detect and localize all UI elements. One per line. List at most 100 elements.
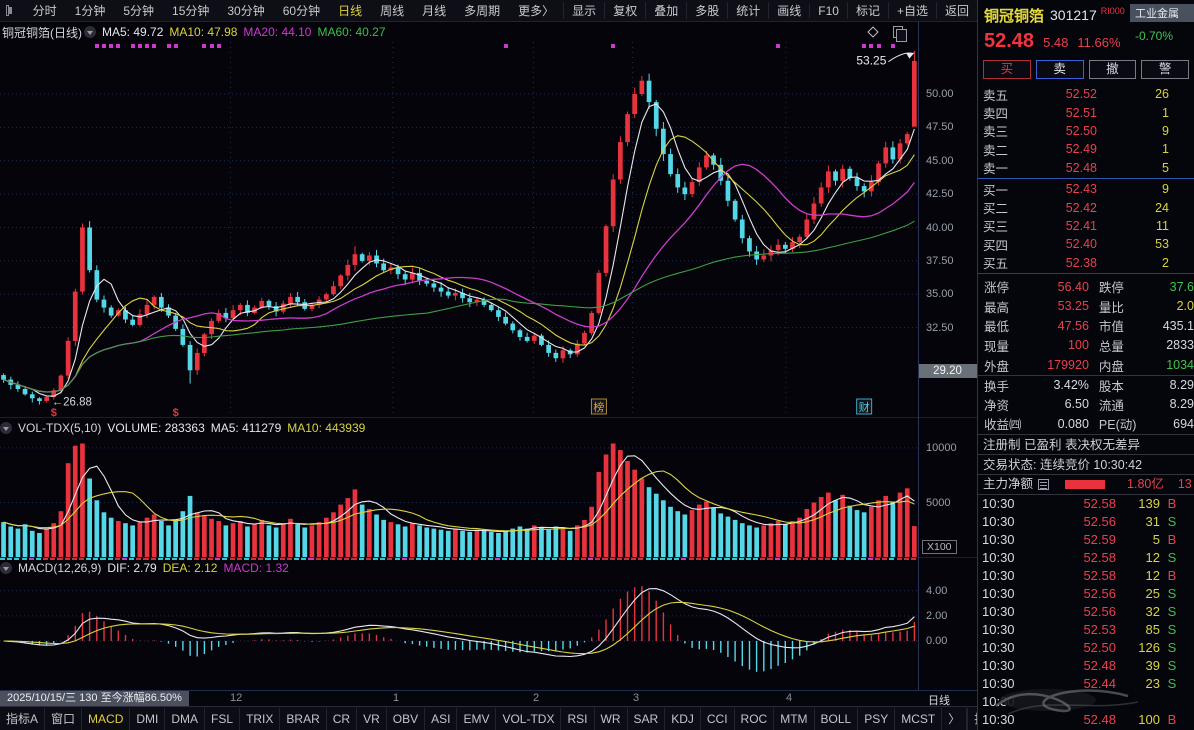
tick-row[interactable]: 10:30 52.58 12 S — [978, 549, 1194, 567]
tick-row[interactable]: 10:30 52.56 32 S — [978, 603, 1194, 621]
ask-row[interactable]: 卖二 52.49 1 — [978, 140, 1194, 158]
chevron-down-icon[interactable] — [84, 26, 96, 38]
tick-row[interactable]: 10:30 52.48 100 B — [978, 711, 1194, 729]
menu-item-15分钟[interactable]: 15分钟 — [163, 2, 218, 19]
signal-dot — [94, 44, 99, 48]
toolbar-item-PSY[interactable]: PSY — [858, 707, 896, 730]
toolbar-item-SAR[interactable]: SAR — [628, 707, 666, 730]
menu-item-60分钟[interactable]: 60分钟 — [274, 2, 329, 19]
tick-trade-list[interactable]: 10:30 52.58 139 B 10:30 52.56 31 S 10:30 52.59 5 B 1… — [978, 493, 1194, 730]
tick-row[interactable]: 10:30 52.58 12 B — [978, 567, 1194, 585]
window-layout-icon[interactable] — [6, 5, 12, 16]
toolbar-item-VR[interactable]: VR — [357, 707, 387, 730]
bid-row[interactable]: 买一 52.43 9 — [978, 180, 1194, 198]
menu-item-多周期[interactable]: 多周期 — [455, 2, 509, 19]
dif-label: DIF: 2.79 — [107, 560, 157, 575]
menu-item-标记[interactable]: 标记 — [846, 2, 888, 19]
toolbar-item-VOL-TDX[interactable]: VOL-TDX — [496, 707, 562, 730]
toolbar-item-DMI[interactable]: DMI — [130, 707, 166, 730]
toolbar-item-窗口[interactable]: 窗口 — [45, 707, 83, 730]
trade-button-撤[interactable]: 撤 — [1088, 60, 1137, 79]
toolbar-item-EMV[interactable]: EMV — [457, 707, 497, 730]
toolbar-item-OBV[interactable]: OBV — [387, 707, 426, 730]
position-dash — [351, 558, 357, 560]
menu-item-月线[interactable]: 月线 — [413, 2, 455, 19]
bid-row[interactable]: 买四 52.40 53 — [978, 235, 1194, 253]
menu-item-显示[interactable]: 显示 — [563, 2, 604, 19]
tick-direction: S — [1167, 676, 1177, 692]
bid-row[interactable]: 买二 52.42 24 — [978, 198, 1194, 217]
toolbar-item-〉[interactable]: 〉 — [942, 707, 968, 730]
toolbar-item-DMA[interactable]: DMA — [165, 707, 206, 730]
bid-row[interactable]: 买三 52.41 11 — [978, 217, 1194, 235]
menu-item-返回[interactable]: 返回 — [935, 2, 977, 19]
bid-row[interactable]: 买五 52.38 2 — [978, 254, 1194, 272]
toolbar-item-指标A[interactable]: 指标A — [0, 707, 46, 730]
position-dash — [616, 558, 622, 560]
stat-value: 1034 — [1166, 358, 1194, 373]
position-strip — [0, 558, 918, 561]
toolbar-item-BOLL[interactable]: BOLL — [815, 707, 859, 730]
tick-row[interactable]: 10:30 52.48 39 S — [978, 657, 1194, 675]
toolbar-item-ROC[interactable]: ROC — [735, 707, 775, 730]
menu-item-叠加[interactable]: 叠加 — [645, 2, 686, 19]
tick-volume: 85 — [1145, 622, 1160, 638]
tick-row[interactable]: 10:30 52.56 25 S — [978, 585, 1194, 603]
diamond-marker-icon[interactable] — [867, 26, 879, 38]
menu-item-周线[interactable]: 周线 — [371, 2, 413, 19]
macd-chart[interactable] — [0, 577, 918, 690]
ask-row[interactable]: 卖一 52.48 5 — [978, 159, 1194, 177]
menu-item-30分钟[interactable]: 30分钟 — [218, 2, 273, 19]
chevron-down-icon[interactable] — [0, 421, 12, 434]
tick-row[interactable]: 10:30 52.50 126 S — [978, 639, 1194, 657]
ask-row[interactable]: 卖五 52.52 26 — [978, 85, 1194, 103]
menu-item-画线[interactable]: 画线 — [768, 2, 809, 19]
menu-item-日线[interactable]: 日线 — [329, 2, 371, 19]
tick-row[interactable]: 10:30 52.56 31 S — [978, 513, 1194, 531]
toolbar-item-KDJ[interactable]: KDJ — [665, 707, 701, 730]
volume-unit-badge: X100 — [922, 540, 957, 554]
volume-chart[interactable] — [0, 437, 918, 557]
ask-row[interactable]: 卖四 52.51 1 — [978, 103, 1194, 122]
chevron-down-icon[interactable] — [0, 561, 12, 574]
book-level-label: 卖四 — [983, 107, 1009, 122]
toolbar-item-WR[interactable]: WR — [595, 707, 628, 730]
tick-row[interactable]: 10:30 52.59 5 B — [978, 531, 1194, 549]
main-candlestick-chart[interactable]: 53.25 ←26.88 $ $ 榜财 — [0, 42, 918, 417]
menu-item-5分钟[interactable]: 5分钟 — [114, 2, 163, 19]
toolbar-item-ASI[interactable]: ASI — [425, 707, 458, 730]
trade-button-卖[interactable]: 卖 — [1035, 60, 1084, 79]
tick-price: 52.53 — [1083, 622, 1116, 638]
menu-item-多股[interactable]: 多股 — [686, 2, 727, 19]
sector-box[interactable]: 工业金属 -0.70% — [1130, 4, 1194, 43]
toolbar-item-FSL[interactable]: FSL — [205, 707, 241, 730]
tick-row[interactable]: 10:30 52.44 23 S — [978, 675, 1194, 693]
toolbar-item-MCST[interactable]: MCST — [895, 707, 943, 730]
menu-item-统计[interactable]: 统计 — [727, 2, 768, 19]
toolbar-item-指标B[interactable]: 指标B — [967, 707, 977, 730]
menu-item-1分钟[interactable]: 1分钟 — [66, 2, 115, 19]
menu-item-F10[interactable]: F10 — [809, 3, 847, 18]
main-flow-row[interactable]: 主力净额 1.80亿 13 — [978, 473, 1194, 494]
toolbar-item-TRIX[interactable]: TRIX — [240, 707, 281, 730]
signal-dot — [145, 44, 149, 48]
trade-button-警[interactable]: 警 — [1141, 60, 1189, 79]
toolbar-item-MACD[interactable]: MACD — [82, 707, 131, 730]
menu-item-更多〉[interactable]: 更多〉 — [509, 2, 563, 19]
menu-item-分时[interactable]: 分时 — [24, 2, 66, 19]
copy-window-icon[interactable] — [893, 26, 907, 42]
toolbar-item-BRAR[interactable]: BRAR — [280, 707, 327, 730]
menu-item-复权[interactable]: 复权 — [604, 2, 645, 19]
toolbar-item-MTM[interactable]: MTM — [774, 707, 815, 730]
sector-change: -0.70% — [1135, 29, 1174, 43]
ask-row[interactable]: 卖三 52.50 9 — [978, 122, 1194, 140]
toolbar-item-RSI[interactable]: RSI — [561, 707, 595, 730]
toolbar-item-CCI[interactable]: CCI — [701, 707, 735, 730]
toolbar-item-CR[interactable]: CR — [327, 707, 358, 730]
tick-row[interactable]: 10:30 — [978, 693, 1194, 711]
tick-row[interactable]: 10:30 52.53 85 S — [978, 621, 1194, 639]
trade-button-买[interactable]: 买 — [983, 60, 1031, 79]
tick-row[interactable]: 10:30 52.58 139 B — [978, 495, 1194, 513]
signal-dot — [102, 44, 106, 48]
menu-item-+自选[interactable]: +自选 — [887, 2, 936, 19]
